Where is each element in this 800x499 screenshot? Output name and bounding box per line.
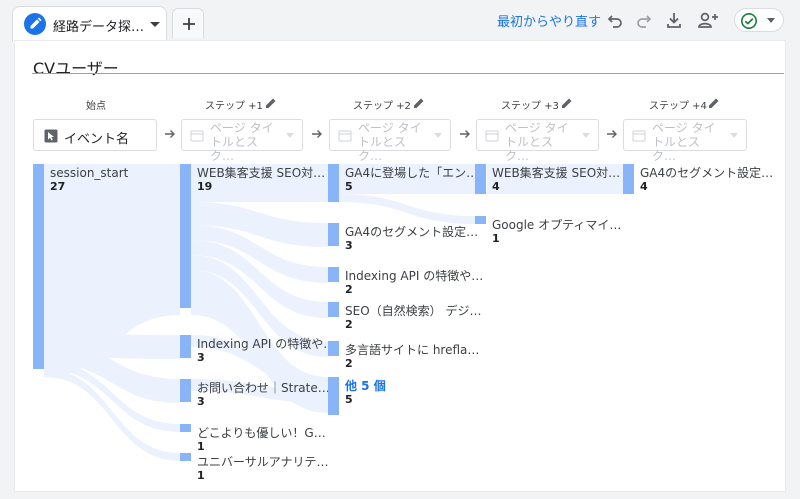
restart-link[interactable]: 最初からやり直す <box>497 11 601 30</box>
path-node-count: 19 <box>197 180 213 193</box>
path-node-label[interactable]: Indexing API の特徴や… <box>345 269 483 283</box>
path-node-bar[interactable] <box>328 223 339 246</box>
path-node-bar[interactable] <box>328 377 339 415</box>
path-node-bar[interactable] <box>328 341 339 356</box>
path-node-label[interactable]: 多言語サイトに hrefla… <box>345 343 479 357</box>
path-flow-ribbons <box>44 164 623 461</box>
flow-ribbon <box>339 194 475 224</box>
status-chip[interactable] <box>734 8 784 32</box>
path-node-label[interactable]: WEB集客支援 SEO対… <box>197 166 325 180</box>
path-exploration-canvas: CVユーザー 始点 ステップ +1 ステップ +2 ステップ +3 ステップ +… <box>14 40 786 492</box>
path-node-count: 4 <box>640 180 648 193</box>
path-node-count: 4 <box>492 180 500 193</box>
path-node-bar[interactable] <box>475 216 486 224</box>
path-node-bar[interactable] <box>180 424 191 432</box>
path-node-label[interactable]: SEO（自然検索） デジ… <box>345 304 481 318</box>
path-node-bar[interactable] <box>33 164 44 369</box>
path-node-count: 3 <box>197 395 205 408</box>
path-node-bar[interactable] <box>180 164 191 308</box>
path-node-count: 1 <box>197 440 205 453</box>
path-node-label[interactable]: session_start <box>50 166 128 180</box>
path-node-count: 3 <box>345 239 353 252</box>
path-node-bar[interactable] <box>328 164 339 202</box>
path-node-count: 1 <box>492 232 500 245</box>
pencil-icon <box>24 13 46 35</box>
path-node-bar[interactable] <box>180 379 191 402</box>
path-node-bar[interactable] <box>328 267 339 282</box>
check-circle-icon <box>741 13 757 29</box>
path-node-label[interactable]: どこよりも優しい！G… <box>197 426 326 440</box>
path-node-label[interactable]: お問い合わせ｜Strate… <box>197 381 330 395</box>
download-icon <box>667 13 681 28</box>
path-node-count: 27 <box>50 180 66 193</box>
path-node-bar[interactable] <box>475 164 486 194</box>
path-node-bar[interactable] <box>328 302 339 317</box>
path-node-label[interactable]: GA4のセグメント設定… <box>345 225 478 239</box>
path-node-count: 5 <box>345 180 353 193</box>
add-tab-button[interactable] <box>172 8 204 38</box>
path-node-count: 2 <box>345 318 353 331</box>
download-button[interactable] <box>663 9 685 31</box>
tab-menu-caret-icon[interactable] <box>150 22 160 27</box>
path-node-count: 2 <box>345 283 353 296</box>
path-node-label[interactable]: WEB集客支援 SEO対… <box>492 166 620 180</box>
path-node-label[interactable]: GA4に登場した「エン… <box>345 166 478 180</box>
exploration-tab[interactable]: 経路データ探… <box>12 6 167 42</box>
share-user-icon <box>698 12 718 28</box>
path-node-bar[interactable] <box>623 164 634 194</box>
share-button[interactable] <box>696 9 718 31</box>
tab-label: 経路データ探… <box>53 20 145 35</box>
path-node-label[interactable]: Indexing API の特徴や… <box>197 337 335 351</box>
undo-button[interactable] <box>604 9 626 31</box>
path-node-count: 2 <box>345 357 353 370</box>
path-node-label[interactable]: Google オプティマイ… <box>492 218 621 232</box>
path-node-bar[interactable] <box>180 335 191 358</box>
plus-icon <box>183 18 195 30</box>
redo-button[interactable] <box>633 9 655 31</box>
path-node-count: 1 <box>197 469 205 482</box>
path-node-label[interactable]: GA4のセグメント設定… <box>640 166 773 180</box>
more-nodes-link[interactable]: 他 5 個 <box>345 379 386 393</box>
undo-icon <box>607 15 622 28</box>
path-node-label[interactable]: ユニバーサルアナリテ… <box>197 455 329 469</box>
chevron-down-icon <box>767 18 775 23</box>
path-node-bar[interactable] <box>180 453 191 461</box>
top-bar: 経路データ探… 最初からやり直す <box>0 0 800 42</box>
path-node-count: 5 <box>345 393 353 406</box>
redo-icon <box>637 15 652 28</box>
path-node-count: 3 <box>197 351 205 364</box>
